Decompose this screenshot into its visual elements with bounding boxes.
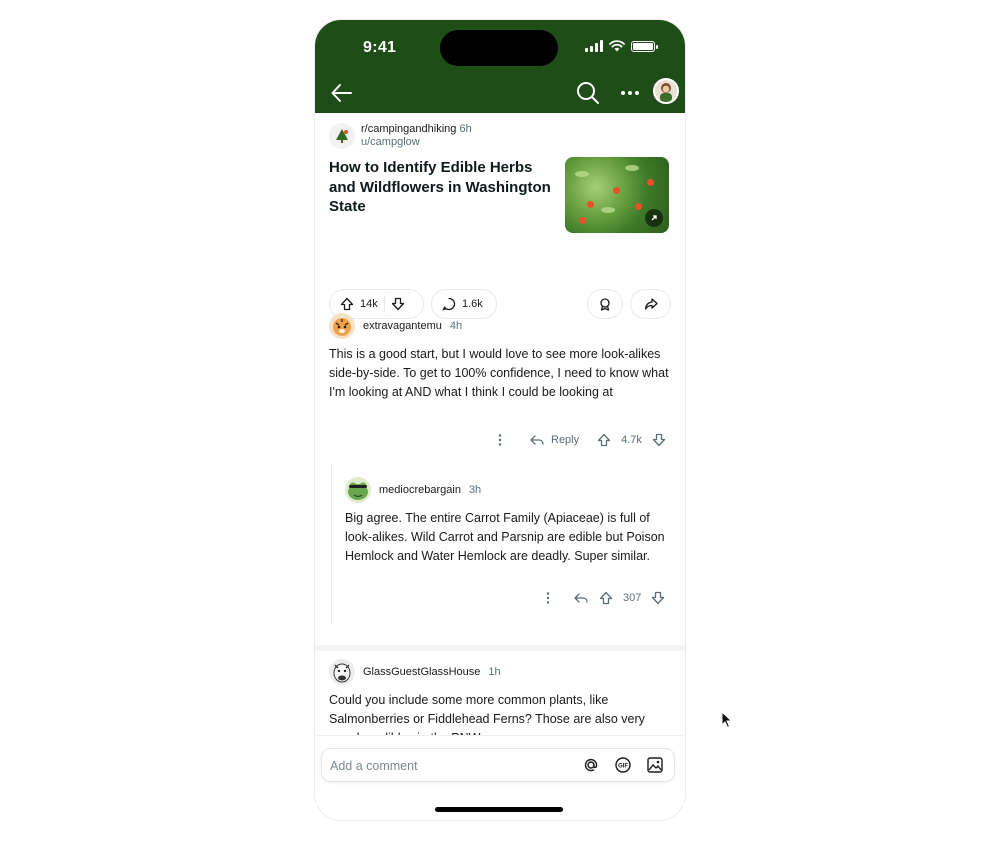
thumb-flower [635,203,642,210]
thumb-flower [587,201,594,208]
post-thumbnail[interactable] [565,157,669,233]
vote-separator [383,295,385,313]
tiger-avatar-icon [333,318,351,336]
thumb-leaf [625,165,639,171]
comment: extravagantemu 4h This is a good start, … [329,313,674,447]
avatar[interactable] [345,477,371,503]
home-indicator [435,807,563,812]
avatar[interactable] [329,659,355,685]
comment-body: This is a good start, but I would love t… [329,347,669,399]
upvote-icon[interactable] [340,297,354,311]
reply-icon [530,435,544,445]
thumb-leaf [575,171,589,177]
composer-icons: GIF [582,756,664,774]
avatar-figure-icon [660,83,672,102]
comment-author[interactable]: mediocrebargain [379,484,461,496]
post-author[interactable]: u/campglow [361,136,472,149]
more-vertical-icon[interactable] [543,591,553,605]
post-upvote-count: 14k [360,298,378,310]
comment-actions: 307 [543,591,665,605]
thumb-flower [579,217,586,224]
dynamic-island [440,30,558,66]
phone-screen: 9:41 r/campingandhiking 6h u/campglow Ho… [315,20,685,820]
post-title[interactable]: How to Identify Edible Herbs and Wildflo… [329,158,555,217]
battery-fill [633,42,653,50]
share-icon [644,298,658,310]
thumb-flower [613,187,620,194]
comment-score: 307 [623,592,642,604]
comment-header: mediocrebargain 3h [345,477,675,503]
comment-author[interactable]: GlassGuestGlassHouse [363,666,480,678]
comment-composer-bar: GIF [315,735,685,820]
frog-avatar-icon [348,482,368,500]
wifi-icon [609,40,625,52]
status-icons [585,40,658,52]
upvote-icon[interactable] [597,433,611,447]
comment-age: 4h [449,320,463,332]
reply-icon[interactable] [573,591,589,605]
reply-button[interactable]: Reply [529,433,579,447]
thumb-flower [647,179,654,186]
comment-composer: GIF [321,748,675,782]
svg-text:GIF: GIF [618,764,628,770]
battery-icon [631,40,658,52]
app-header: 9:41 [315,20,685,113]
comment-input[interactable] [330,755,570,777]
more-vertical-icon[interactable] [495,433,505,447]
thumb-leaf [601,207,615,213]
post-age: 6h [459,123,472,135]
mouse-cursor-icon [721,711,733,729]
comment-age: 1h [488,666,501,678]
thread-line[interactable] [331,463,332,623]
comment-score: 4.7k [621,434,642,446]
gif-icon[interactable]: GIF [614,756,632,774]
cellular-signal-icon [585,40,603,52]
downvote-icon[interactable] [652,433,666,447]
comment-header: extravagantemu 4h [329,313,674,339]
upvote-icon[interactable] [599,591,613,605]
post-comment-count: 1.6k [462,298,483,310]
user-avatar[interactable] [653,78,679,104]
comment-age: 3h [468,484,482,496]
mention-icon[interactable] [582,756,600,774]
search-icon[interactable] [575,80,601,106]
external-link-icon [645,209,663,227]
post-meta-text: r/campingandhiking 6h u/campglow [361,123,472,149]
comment-author[interactable]: extravagantemu [363,320,442,332]
nav-bar [315,76,685,112]
subreddit-icon[interactable] [329,123,355,149]
award-icon [600,298,610,311]
comment-divider [315,645,685,651]
reply-label: Reply [551,434,580,446]
status-time: 9:41 [363,39,397,56]
arrow-left-icon[interactable] [329,80,355,106]
comment-body: Big agree. The entire Carrot Family (Api… [345,511,665,563]
comment-actions: Reply 4.7k [495,433,666,447]
downvote-icon[interactable] [651,591,665,605]
post-meta: r/campingandhiking 6h u/campglow [329,123,472,149]
comment-header: GlassGuestGlassHouse 1h [329,659,674,685]
ellipsis-icon[interactable] [619,80,641,106]
comment-bubble-icon [442,297,456,311]
image-icon[interactable] [646,756,664,774]
subreddit-name[interactable]: r/campingandhiking [361,123,456,135]
cow-avatar-icon [333,663,351,683]
comment-reply: mediocrebargain 3h Big agree. The entire… [345,477,675,605]
downvote-icon[interactable] [391,297,405,311]
avatar[interactable] [329,313,355,339]
